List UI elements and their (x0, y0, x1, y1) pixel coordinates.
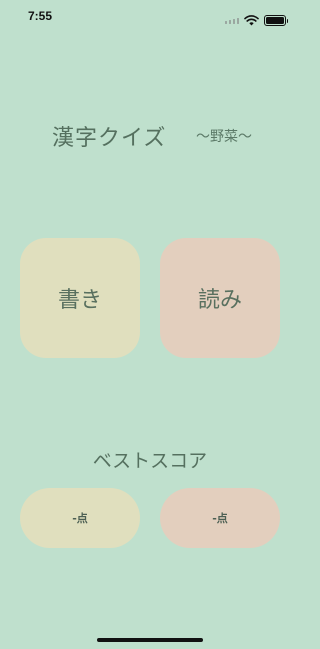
write-mode-button[interactable]: 書き (20, 238, 140, 358)
title-row: 漢字クイズ 〜野菜〜 (0, 120, 300, 156)
read-best-score: -点 (160, 488, 280, 548)
best-score-label: ベストスコア (92, 450, 208, 472)
write-best-score: -点 (20, 488, 140, 548)
wifi-icon (244, 11, 259, 30)
signal-icon (224, 17, 239, 24)
app-title: 漢字クイズ (52, 126, 167, 151)
app-subtitle: 〜野菜〜 (196, 129, 252, 145)
battery-icon (264, 15, 288, 26)
battery-fill (266, 17, 284, 24)
status-bar: 7:55 (0, 0, 300, 34)
status-time: 7:55 (28, 9, 53, 23)
status-icons (224, 11, 288, 30)
home-indicator[interactable] (97, 638, 203, 642)
read-mode-button[interactable]: 読み (160, 238, 280, 358)
